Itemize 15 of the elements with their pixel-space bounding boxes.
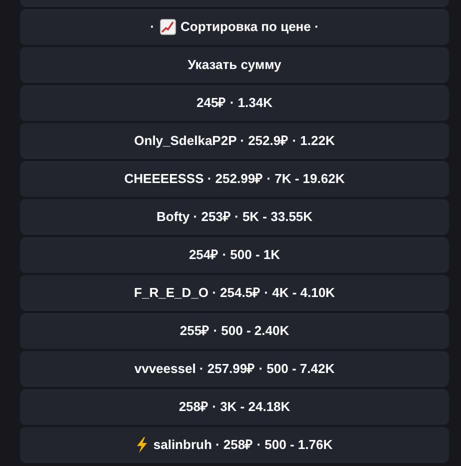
keyboard-button[interactable]: Only_SdelkaP2P · 252.9₽ · 1.22K (20, 123, 449, 159)
keyboard-button[interactable]: 254₽ · 500 - 1K (20, 237, 449, 273)
keyboard-button[interactable]: Указать сумму (20, 47, 449, 83)
lightning-icon (136, 437, 148, 453)
keyboard-button[interactable]: 258₽ · 3K - 24.18K (20, 389, 449, 425)
keyboard-button[interactable]: · Сортировка по цене · (20, 9, 449, 45)
keyboard-button[interactable]: CHEEEESSS · 252.99₽ · 7K - 19.62K (20, 161, 449, 197)
keyboard-button[interactable]: 245₽ · 1.34K (20, 85, 449, 121)
chart-icon (160, 19, 176, 35)
dot-separator: · (150, 18, 154, 36)
keyboard-button[interactable]: vvveessel · 257.99₽ · 500 - 7.42K (20, 351, 449, 387)
keyboard-button[interactable]: Bofty · 253₽ · 5K - 33.55K (20, 199, 449, 235)
keyboard-button[interactable]: salinbruh · 258₽ · 500 - 1.76K (20, 427, 449, 463)
keyboard-button[interactable]: F_R_E_D_O · 254.5₽ · 4K - 4.10K (20, 275, 449, 311)
keyboard-button[interactable]: 255₽ · 500 - 2.40K (20, 313, 449, 349)
